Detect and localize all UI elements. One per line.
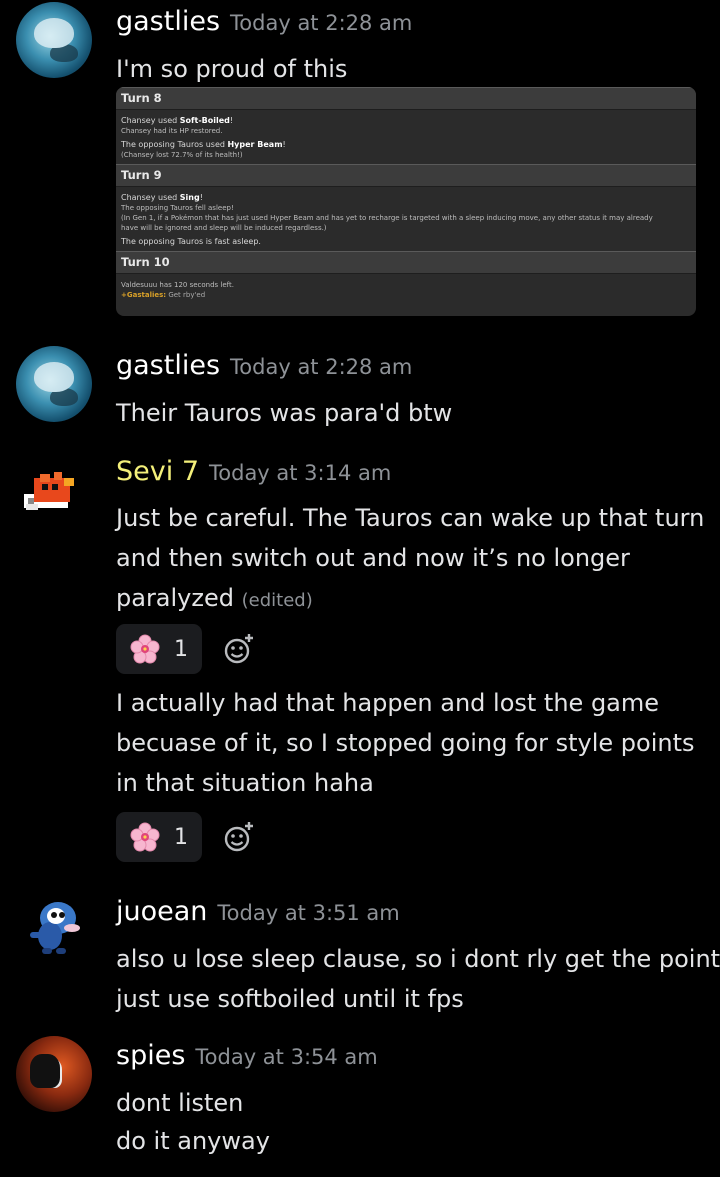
- avatar-spies[interactable]: [16, 1036, 92, 1112]
- battle-line: have will be ignored and sleep will be i…: [121, 224, 327, 232]
- battle-line: The opposing Tauros used Hyper Beam!: [121, 140, 286, 149]
- add-reaction-icon[interactable]: [222, 820, 256, 854]
- battle-line: The opposing Tauros fell asleep!: [121, 204, 234, 212]
- message-text-line: just use softboiled until it fps: [116, 985, 464, 1013]
- timestamp: Today at 3:51 am: [217, 901, 400, 925]
- message-text-line: and then switch out and now it’s no long…: [116, 544, 630, 572]
- battle-line: The opposing Tauros is fast asleep.: [121, 237, 261, 246]
- reaction-pill[interactable]: 1: [116, 624, 202, 674]
- turn-header: Turn 10: [116, 251, 696, 274]
- battle-line: (Chansey lost 72.7% of its health!): [121, 151, 243, 159]
- message-text-line: paralyzed (edited): [116, 584, 313, 612]
- cherry-blossom-icon: [130, 634, 160, 664]
- battle-line: (In Gen 1, if a Pokémon that has just us…: [121, 214, 653, 222]
- username[interactable]: gastlies: [116, 350, 220, 381]
- message-header: Sevi 7 Today at 3:14 am: [116, 456, 391, 487]
- pokemon-sprite-icon: [30, 902, 80, 954]
- message-text-line: Just be careful. The Tauros can wake up …: [116, 504, 705, 532]
- reaction-count: 1: [174, 636, 188, 662]
- message-text-line: in that situation haha: [116, 769, 374, 797]
- timestamp: Today at 2:28 am: [230, 355, 413, 379]
- chat-line: +Gastalies: Get rby'ed: [121, 291, 206, 299]
- avatar-juoean[interactable]: [16, 888, 92, 964]
- battle-line: Chansey used Sing!: [121, 193, 203, 202]
- message-header: gastlies Today at 2:28 am: [116, 350, 412, 381]
- message-header: spies Today at 3:54 am: [116, 1040, 378, 1071]
- message-header: gastlies Today at 2:28 am: [116, 6, 412, 37]
- username[interactable]: spies: [116, 1040, 185, 1071]
- message-text: I'm so proud of this: [116, 55, 348, 83]
- username[interactable]: gastlies: [116, 6, 220, 37]
- message-text-line: becuase of it, so I stopped going for st…: [116, 729, 695, 757]
- timer-line: Valdesuuu has 120 seconds left.: [121, 281, 234, 289]
- message-text-line: I actually had that happen and lost the …: [116, 689, 660, 717]
- battle-log-image[interactable]: Turn 8 Chansey used Soft-Boiled! Chansey…: [116, 87, 696, 316]
- cherry-blossom-icon: [130, 822, 160, 852]
- edited-label: (edited): [241, 590, 313, 611]
- avatar-gastlies[interactable]: [16, 346, 92, 422]
- username[interactable]: juoean: [116, 896, 207, 927]
- pokemon-sprite-icon: [24, 472, 74, 510]
- avatar-sevi[interactable]: [16, 456, 92, 532]
- username[interactable]: Sevi 7: [116, 456, 199, 487]
- add-reaction-icon[interactable]: [222, 632, 256, 666]
- battle-line: Chansey used Soft-Boiled!: [121, 116, 234, 125]
- message-text-line: dont listen: [116, 1089, 244, 1117]
- timestamp: Today at 3:54 am: [195, 1045, 378, 1069]
- battle-line: Chansey had its HP restored.: [121, 127, 223, 135]
- reaction-count: 1: [174, 824, 188, 850]
- message-text-line: do it anyway: [116, 1127, 270, 1155]
- message-text: Their Tauros was para'd btw: [116, 399, 453, 427]
- turn-header: Turn 9: [116, 164, 696, 187]
- timestamp: Today at 2:28 am: [230, 11, 413, 35]
- avatar-gastlies[interactable]: [16, 2, 92, 78]
- turn-header: Turn 8: [116, 87, 696, 110]
- message-text-line: also u lose sleep clause, so i dont rly …: [116, 945, 720, 973]
- message-header: juoean Today at 3:51 am: [116, 896, 400, 927]
- timestamp: Today at 3:14 am: [209, 461, 392, 485]
- reaction-pill[interactable]: 1: [116, 812, 202, 862]
